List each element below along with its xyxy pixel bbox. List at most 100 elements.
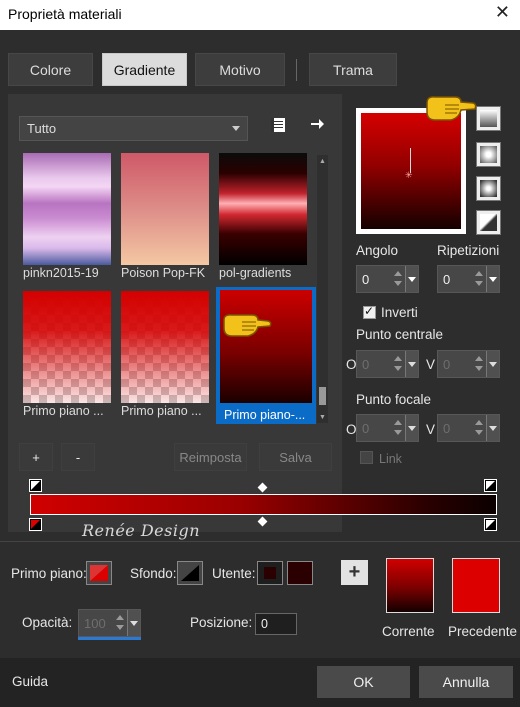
angle-value: 0 [362, 272, 370, 287]
style-rectangular-button[interactable] [476, 142, 501, 167]
focal-v-value: 0 [443, 421, 451, 436]
tab-motivo[interactable]: Motivo [195, 53, 285, 86]
ok-button[interactable]: OK [317, 666, 410, 698]
opacity-label: Opacità: [22, 615, 73, 630]
user-swatch-2[interactable] [287, 561, 313, 585]
library-menu-icon[interactable] [270, 117, 286, 138]
angle-label: Angolo [356, 243, 399, 258]
gradient-swatch [121, 291, 209, 403]
scroll-thumb[interactable] [319, 387, 326, 405]
user-swatch-1[interactable] [257, 561, 283, 585]
style-sunburst-button[interactable] [476, 210, 501, 235]
gradient-thumb[interactable]: pinkn2015-19 [20, 150, 114, 282]
gradient-thumb[interactable]: Primo piano ... [118, 288, 212, 420]
angle-stepper[interactable]: 0 [356, 265, 419, 293]
help-link[interactable]: Guida [12, 674, 48, 689]
gradient-name: pinkn2015-19 [23, 266, 99, 280]
category-dropdown[interactable]: Tutto [19, 116, 248, 141]
gradient-swatch [23, 291, 111, 403]
repeats-label: Ripetizioni [437, 243, 500, 258]
opacity-stepper[interactable]: 100 [78, 609, 141, 637]
opacity-stop-left[interactable] [29, 479, 42, 492]
arrow-right-icon[interactable] [309, 116, 325, 137]
cancel-button[interactable]: Annulla [419, 666, 513, 698]
gradient-swatch [121, 153, 209, 265]
user-label: Utente: [212, 566, 256, 581]
reset-button[interactable]: Reimposta [174, 443, 247, 471]
center-v-stepper[interactable]: 0 [437, 350, 500, 378]
chevron-down-icon[interactable] [486, 266, 499, 292]
stepper-arrows-icon[interactable] [114, 613, 126, 633]
gradient-name: Primo piano-... [224, 408, 306, 422]
window-title: Proprietà materiali [8, 6, 122, 22]
gradient-thumb[interactable]: pol-gradients [216, 150, 310, 282]
remove-gradient-button[interactable]: - [61, 443, 95, 471]
tab-colore[interactable]: Colore [8, 53, 93, 86]
close-icon[interactable]: ✕ [495, 2, 510, 23]
invert-checkbox[interactable] [363, 304, 376, 319]
focal-h-stepper[interactable]: 0 [356, 414, 419, 442]
stepper-arrows-icon[interactable] [473, 418, 485, 438]
center-v-value: 0 [443, 357, 451, 372]
previous-label: Precedente [448, 624, 518, 639]
gradient-thumb-selected[interactable]: Primo piano-... [216, 287, 316, 424]
focal-v-stepper[interactable]: 0 [437, 414, 500, 442]
color-stop-left[interactable] [29, 518, 42, 531]
current-swatch[interactable] [386, 558, 434, 613]
stepper-arrows-icon[interactable] [392, 354, 404, 374]
background-label: Sfondo: [130, 566, 177, 581]
add-swatch-button[interactable]: + [341, 560, 368, 585]
tab-divider [296, 59, 297, 81]
center-v-label: V [426, 357, 436, 372]
gradient-thumb[interactable]: Primo piano ... [20, 288, 114, 420]
chevron-down-icon[interactable] [405, 351, 418, 377]
tab-gradiente[interactable]: Gradiente [102, 53, 187, 86]
chevron-down-icon [232, 126, 240, 131]
style-radial-button[interactable] [476, 176, 501, 201]
center-h-label: O [346, 357, 357, 372]
save-button[interactable]: Salva [259, 443, 332, 471]
gradient-name: Primo piano ... [23, 404, 104, 418]
opacity-value: 100 [84, 616, 106, 631]
link-label: Link [379, 452, 402, 466]
chevron-down-icon[interactable] [405, 266, 418, 292]
chevron-down-icon[interactable] [486, 415, 499, 441]
gradient-editor-strip[interactable] [30, 494, 497, 515]
center-h-stepper[interactable]: 0 [356, 350, 419, 378]
chevron-down-icon[interactable] [405, 415, 418, 441]
stepper-arrows-icon[interactable] [473, 269, 485, 289]
library-scrollbar[interactable]: ▲ ▼ [317, 155, 328, 423]
scroll-down-icon[interactable]: ▼ [319, 414, 326, 421]
gradient-swatch [219, 153, 307, 265]
pointing-hand-icon [222, 312, 272, 343]
stepper-arrows-icon[interactable] [392, 269, 404, 289]
title-bar: Proprietà materiali ✕ [0, 0, 520, 30]
style-linear-button[interactable] [476, 106, 501, 131]
link-checkbox[interactable] [360, 451, 373, 464]
background-swatch[interactable] [177, 561, 203, 585]
position-input[interactable]: 0 [255, 613, 297, 635]
gradient-thumb[interactable]: Poison Pop-FK [118, 150, 212, 282]
chevron-down-icon[interactable] [486, 351, 499, 377]
invert-label: Inverti [381, 305, 418, 320]
center-h-value: 0 [362, 357, 370, 372]
focal-h-value: 0 [362, 421, 370, 436]
stepper-arrows-icon[interactable] [473, 354, 485, 374]
repeats-stepper[interactable]: 0 [437, 265, 500, 293]
chevron-down-icon[interactable] [127, 610, 140, 636]
focal-v-label: V [426, 422, 436, 437]
scroll-up-icon[interactable]: ▲ [319, 158, 326, 165]
stepper-arrows-icon[interactable] [392, 418, 404, 438]
color-stop-right[interactable] [484, 518, 497, 531]
foreground-swatch[interactable] [86, 561, 112, 585]
gradient-name: Poison Pop-FK [121, 266, 206, 280]
previous-swatch[interactable] [452, 558, 500, 613]
tab-trama[interactable]: Trama [309, 53, 397, 86]
foreground-label: Primo piano: [11, 566, 87, 581]
opacity-stop-right[interactable] [484, 479, 497, 492]
add-gradient-button[interactable]: + [19, 443, 53, 471]
center-point-label: Punto centrale [356, 327, 444, 342]
footer-bar: Guida OK Annulla [0, 658, 520, 707]
opacity-slider-track[interactable] [78, 637, 141, 640]
current-label: Corrente [382, 624, 435, 639]
